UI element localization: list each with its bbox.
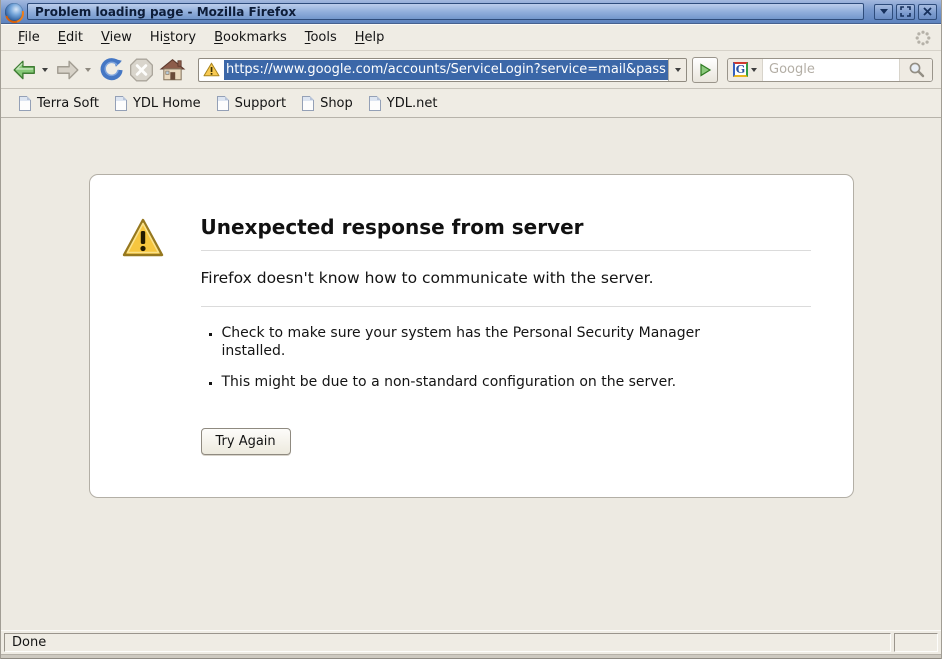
stop-icon (128, 57, 155, 83)
error-description: Firefox doesn't know how to communicate … (201, 269, 811, 307)
home-icon (159, 57, 186, 83)
firefox-logo-icon (5, 3, 23, 21)
chevron-down-icon (675, 68, 681, 72)
url-bar[interactable]: https://www.google.com/accounts/ServiceL… (198, 58, 687, 82)
bookmark-page-icon (115, 96, 127, 111)
bookmarks-toolbar: Terra Soft YDL Home Support Shop YDL.net (1, 89, 941, 118)
menu-help[interactable]: Help (346, 27, 394, 48)
menu-file[interactable]: File (9, 27, 49, 48)
bookmark-label: YDL Home (133, 96, 201, 111)
google-logo-icon: G (733, 62, 748, 77)
status-bar: Done (1, 630, 941, 654)
menu-history[interactable]: History (141, 27, 205, 48)
resize-grip[interactable] (894, 633, 938, 652)
close-icon (922, 6, 933, 17)
throbber-icon (915, 30, 933, 46)
maximize-button[interactable] (896, 4, 915, 20)
status-text: Done (4, 633, 891, 652)
bookmark-page-icon (19, 96, 31, 111)
menu-tools[interactable]: Tools (296, 27, 346, 48)
page-content: Unexpected response from server Firefox … (1, 118, 941, 630)
reload-icon (97, 57, 124, 83)
navigation-toolbar: https://www.google.com/accounts/ServiceL… (1, 51, 941, 89)
forward-dropdown[interactable] (85, 68, 91, 72)
search-submit-button[interactable] (899, 59, 932, 81)
stop-button[interactable] (126, 55, 157, 85)
reload-button[interactable] (95, 55, 126, 85)
security-warning-icon (199, 62, 224, 77)
maximize-icon (900, 6, 911, 17)
menu-view[interactable]: View (92, 27, 141, 48)
forward-arrow-icon (54, 57, 81, 83)
bookmark-page-icon (217, 96, 229, 111)
back-button[interactable] (9, 55, 40, 85)
url-text-selected: https://www.google.com/accounts/ServiceL… (224, 60, 668, 80)
browser-window: Problem loading page - Mozilla Firefox F… (0, 0, 942, 659)
window-frame-bottom (1, 654, 941, 659)
bookmark-label: Shop (320, 96, 353, 111)
search-input[interactable] (763, 62, 899, 77)
back-arrow-icon (11, 57, 38, 83)
go-arrow-icon (697, 62, 713, 78)
error-body: Unexpected response from server Firefox … (201, 175, 811, 455)
warning-triangle-icon (121, 217, 165, 263)
forward-button[interactable] (52, 55, 83, 85)
menubar: File Edit View History Bookmarks Tools H… (1, 24, 941, 51)
try-again-button[interactable]: Try Again (201, 428, 291, 455)
list-item: This might be due to a non-standard conf… (222, 374, 752, 392)
minimize-icon (878, 7, 890, 16)
titlebar[interactable]: Problem loading page - Mozilla Firefox (1, 0, 941, 24)
bookmark-page-icon (369, 96, 381, 111)
error-suggestions-list: Check to make sure your system has the P… (201, 325, 811, 392)
window-title: Problem loading page - Mozilla Firefox (27, 3, 864, 20)
bookmark-support[interactable]: Support (209, 93, 294, 114)
window-controls (874, 4, 937, 20)
list-item: Check to make sure your system has the P… (222, 325, 752, 361)
back-dropdown[interactable] (42, 68, 48, 72)
close-button[interactable] (918, 4, 937, 20)
bookmark-label: YDL.net (387, 96, 438, 111)
home-button[interactable] (157, 55, 188, 85)
error-card: Unexpected response from server Firefox … (89, 174, 854, 498)
bookmark-terra-soft[interactable]: Terra Soft (11, 93, 107, 114)
minimize-button[interactable] (874, 4, 893, 20)
bookmark-ydl-home[interactable]: YDL Home (107, 93, 209, 114)
search-icon (908, 61, 925, 78)
url-history-dropdown[interactable] (668, 59, 686, 81)
error-heading: Unexpected response from server (201, 215, 811, 251)
bookmark-label: Support (235, 96, 286, 111)
search-box: G (727, 58, 933, 82)
search-engine-selector[interactable]: G (728, 59, 763, 81)
chevron-down-icon (751, 68, 757, 72)
menu-edit[interactable]: Edit (49, 27, 92, 48)
bookmark-label: Terra Soft (37, 96, 99, 111)
menu-bookmarks[interactable]: Bookmarks (205, 27, 296, 48)
bookmark-shop[interactable]: Shop (294, 93, 361, 114)
go-button[interactable] (692, 57, 718, 83)
bookmark-ydl-net[interactable]: YDL.net (361, 93, 446, 114)
bookmark-page-icon (302, 96, 314, 111)
